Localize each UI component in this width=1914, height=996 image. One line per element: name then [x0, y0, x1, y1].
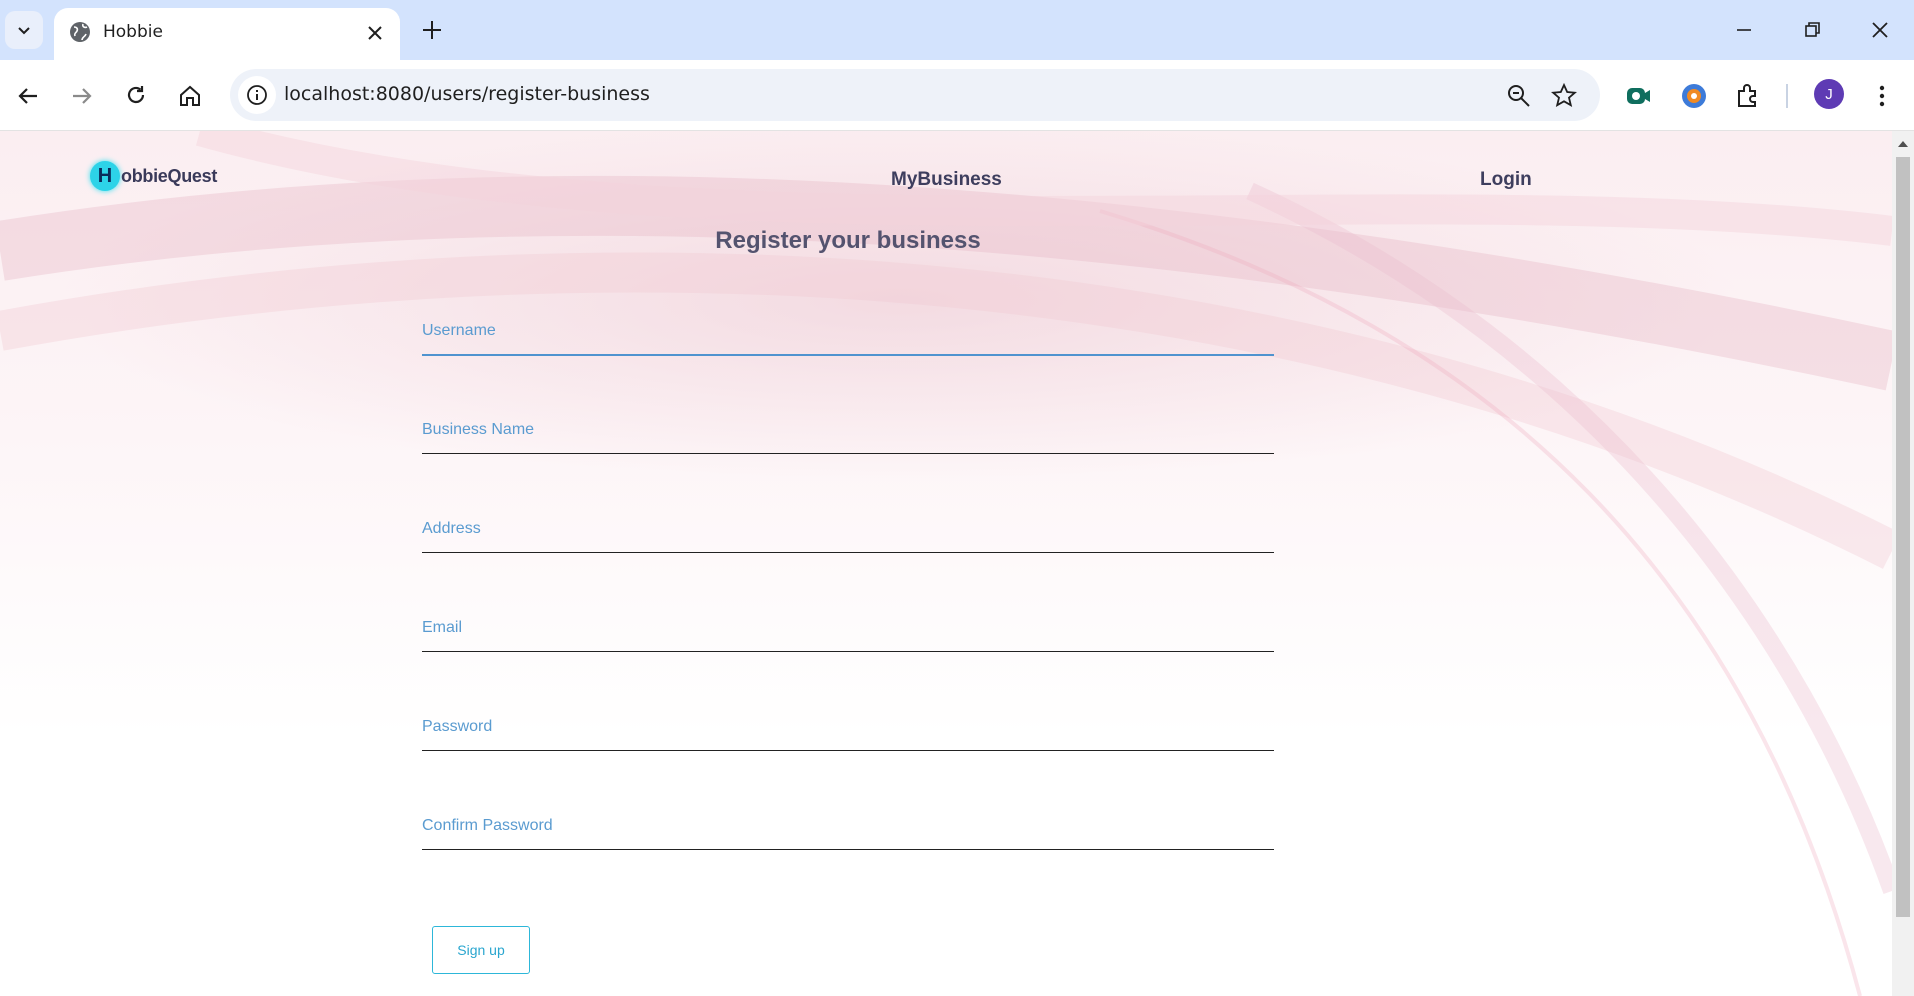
extension-orange-icon[interactable] — [1680, 82, 1708, 110]
globe-icon — [70, 22, 90, 42]
address-input[interactable] — [422, 540, 1278, 566]
username-field[interactable]: Username — [422, 322, 1278, 368]
tab-title: Hobbie — [103, 22, 163, 42]
extensions-puzzle-icon[interactable] — [1734, 82, 1762, 110]
reload-icon[interactable] — [122, 82, 150, 110]
business-name-field[interactable]: Business Name — [422, 421, 1278, 467]
page-viewport: H obbieQuest MyBusiness Login Register y… — [0, 131, 1892, 996]
browser-tab[interactable]: Hobbie — [54, 8, 400, 60]
more-menu-icon[interactable] — [1874, 82, 1890, 110]
business-name-input[interactable] — [422, 441, 1278, 467]
logo-badge: H — [90, 161, 120, 191]
username-input[interactable] — [422, 342, 1278, 368]
address-bar[interactable]: localhost:8080/users/register-business — [230, 69, 1600, 121]
nav-mybusiness[interactable]: MyBusiness — [891, 169, 1002, 191]
site-info-button[interactable] — [238, 76, 276, 114]
address-label: Address — [422, 520, 481, 537]
page-title: Register your business — [715, 227, 981, 254]
confirm-password-label: Confirm Password — [422, 817, 553, 834]
profile-avatar[interactable]: J — [1814, 79, 1844, 109]
url-text: localhost:8080/users/register-business — [284, 83, 650, 105]
zoom-icon[interactable] — [1506, 83, 1532, 109]
tab-search-button[interactable] — [5, 11, 43, 49]
business-name-label: Business Name — [422, 421, 535, 438]
back-arrow-icon[interactable] — [14, 82, 42, 110]
logo-text: obbieQuest — [121, 165, 218, 186]
bookmark-star-icon[interactable] — [1550, 82, 1578, 110]
nav-login[interactable]: Login — [1480, 169, 1532, 191]
password-input[interactable] — [422, 738, 1278, 764]
page-scrollbar[interactable] — [1892, 131, 1914, 996]
close-window-icon[interactable] — [1866, 16, 1894, 44]
password-field[interactable]: Password — [422, 718, 1278, 764]
email-label: Email — [422, 619, 463, 636]
toolbar-separator — [1786, 84, 1788, 108]
signup-button[interactable]: Sign up — [432, 926, 530, 974]
minimize-icon[interactable] — [1730, 16, 1758, 44]
username-label: Username — [422, 322, 496, 339]
scroll-up-arrow-icon[interactable] — [1897, 139, 1909, 149]
confirm-password-input[interactable] — [422, 837, 1278, 863]
forward-arrow-icon[interactable] — [68, 82, 96, 110]
info-icon — [247, 85, 267, 105]
hobbiequest-logo[interactable]: H obbieQuest — [90, 161, 217, 191]
browser-tabstrip: Hobbie — [0, 0, 1914, 60]
password-label: Password — [422, 718, 493, 735]
screen-recorder-extension-icon[interactable] — [1624, 82, 1652, 110]
confirm-password-field[interactable]: Confirm Password — [422, 817, 1278, 863]
home-icon[interactable] — [176, 82, 204, 110]
email-field[interactable]: Email — [422, 619, 1278, 665]
scrollbar-thumb[interactable] — [1896, 157, 1910, 917]
email-input[interactable] — [422, 639, 1278, 665]
chevron-down-icon — [18, 27, 30, 35]
browser-toolbar: localhost:8080/users/register-business J — [0, 60, 1914, 131]
close-tab-icon[interactable] — [362, 20, 388, 46]
address-field[interactable]: Address — [422, 520, 1278, 566]
new-tab-icon[interactable] — [418, 16, 446, 44]
restore-icon[interactable] — [1798, 16, 1826, 44]
